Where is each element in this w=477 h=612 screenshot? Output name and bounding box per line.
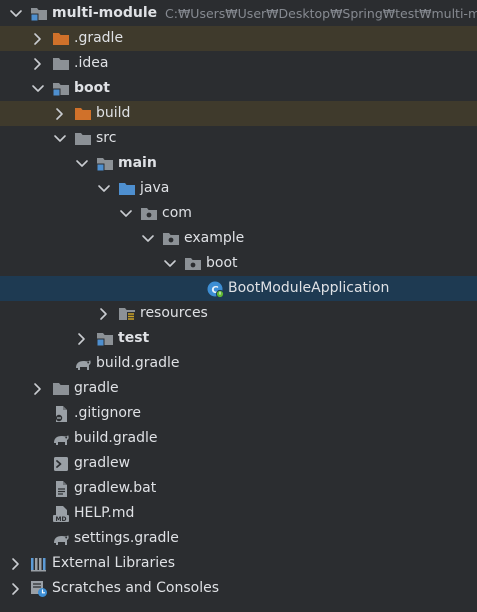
source-folder-icon — [118, 176, 136, 201]
tree-item[interactable]: test — [0, 326, 477, 351]
external-libraries-icon — [30, 551, 48, 576]
tree-item-label: src — [96, 130, 117, 146]
tree-item-label: main — [118, 155, 157, 171]
tree-item[interactable]: boot — [0, 76, 477, 101]
chevron-right-icon[interactable] — [96, 301, 112, 326]
excluded-folder-icon — [74, 101, 92, 126]
markdown-file-icon: MD — [52, 501, 70, 526]
gradle-icon — [74, 351, 92, 376]
tree-item-label: boot — [74, 80, 110, 96]
chevron-down-icon[interactable] — [118, 201, 134, 226]
gradle-icon — [52, 426, 70, 451]
tree-item-label: gradlew.bat — [74, 480, 157, 496]
tree-item[interactable]: build — [0, 101, 477, 126]
excluded-folder-icon — [52, 26, 70, 51]
chevron-down-icon[interactable] — [8, 1, 24, 26]
chevron-down-icon[interactable] — [52, 126, 68, 151]
folder-icon — [52, 376, 70, 401]
tree-item-label: BootModuleApplication — [228, 280, 390, 296]
tree-item-label: gradle — [74, 380, 119, 396]
tree-item[interactable]: boot — [0, 251, 477, 276]
module-folder-icon — [52, 76, 70, 101]
chevron-right-icon[interactable] — [52, 101, 68, 126]
gitignore-file-icon — [52, 401, 70, 426]
tree-item-label: External Libraries — [52, 555, 175, 571]
tree-item[interactable]: gradlew — [0, 451, 477, 476]
spring-boot-class-icon: C — [206, 276, 224, 301]
module-folder-icon — [30, 1, 48, 26]
tree-item-label: .idea — [74, 55, 109, 71]
project-path: C:₩Users₩User₩Desktop₩Spring₩test₩multi-… — [165, 6, 477, 21]
tree-item-label: HELP.md — [74, 505, 135, 521]
chevron-down-icon[interactable] — [162, 251, 178, 276]
tree-item-label: .gitignore — [74, 405, 141, 421]
svg-text:MD: MD — [56, 516, 67, 523]
tree-item[interactable]: java — [0, 176, 477, 201]
tree-item-label: gradlew — [74, 455, 131, 471]
scratches-icon — [30, 576, 48, 601]
tree-item[interactable]: com — [0, 201, 477, 226]
gradle-icon — [52, 526, 70, 551]
chevron-right-icon[interactable] — [30, 51, 46, 76]
tree-item-label: com — [162, 205, 192, 221]
chevron-down-icon[interactable] — [74, 151, 90, 176]
tree-item-label: settings.gradle — [74, 530, 179, 546]
package-icon — [140, 201, 158, 226]
tree-item[interactable]: multi-module C:₩Users₩User₩Desktop₩Spring… — [0, 1, 477, 26]
tree-item[interactable]: build.gradle — [0, 351, 477, 376]
tree-item[interactable]: .gradle — [0, 26, 477, 51]
tree-item-label: boot — [206, 255, 238, 271]
tree-item-label: test — [118, 330, 150, 346]
tree-item[interactable]: gradlew.bat — [0, 476, 477, 501]
chevron-right-icon[interactable] — [8, 551, 24, 576]
tree-item[interactable]: C BootModuleApplication — [0, 276, 477, 301]
tree-item[interactable]: .idea — [0, 51, 477, 76]
tree-item[interactable]: build.gradle — [0, 426, 477, 451]
tree-item-label: build — [96, 105, 131, 121]
tree-item-label: resources — [140, 305, 208, 321]
tree-item[interactable]: External Libraries — [0, 551, 477, 576]
tree-item-label: build.gradle — [74, 430, 158, 446]
chevron-right-icon[interactable] — [30, 376, 46, 401]
tree-item[interactable]: main — [0, 151, 477, 176]
shell-script-icon — [52, 451, 70, 476]
chevron-right-icon[interactable] — [8, 576, 24, 601]
module-folder-icon — [96, 326, 114, 351]
chevron-down-icon[interactable] — [30, 76, 46, 101]
folder-icon — [74, 126, 92, 151]
tree-item-label: java — [140, 180, 170, 196]
folder-icon — [52, 51, 70, 76]
tree-item-label: multi-module — [52, 5, 158, 21]
package-icon — [184, 251, 202, 276]
tree-item[interactable]: resources — [0, 301, 477, 326]
chevron-down-icon[interactable] — [96, 176, 112, 201]
tree-item[interactable]: MD HELP.md — [0, 501, 477, 526]
chevron-right-icon[interactable] — [74, 326, 90, 351]
resources-folder-icon — [118, 301, 136, 326]
module-folder-icon — [96, 151, 114, 176]
tree-item-label: Scratches and Consoles — [52, 580, 219, 596]
package-icon — [162, 226, 180, 251]
tree-item[interactable]: .gitignore — [0, 401, 477, 426]
project-tree: multi-module C:₩Users₩User₩Desktop₩Spring… — [0, 0, 477, 612]
tree-item-label: example — [184, 230, 245, 246]
tree-item[interactable]: example — [0, 226, 477, 251]
chevron-right-icon[interactable] — [30, 26, 46, 51]
text-file-icon — [52, 476, 70, 501]
tree-item-label: .gradle — [74, 30, 124, 46]
tree-item[interactable]: gradle — [0, 376, 477, 401]
tree-item-label: build.gradle — [96, 355, 180, 371]
tree-item[interactable]: src — [0, 126, 477, 151]
chevron-down-icon[interactable] — [140, 226, 156, 251]
tree-item[interactable]: settings.gradle — [0, 526, 477, 551]
tree-item[interactable]: Scratches and Consoles — [0, 576, 477, 601]
